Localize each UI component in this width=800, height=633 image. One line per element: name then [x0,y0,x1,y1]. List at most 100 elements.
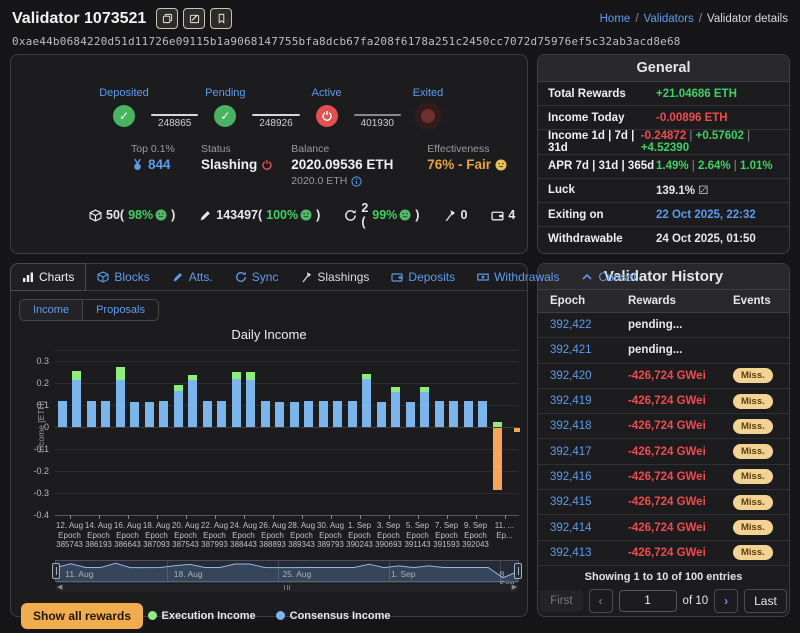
breadcrumb: Home/Validators/Validator details [600,13,788,25]
navigator-left-handle[interactable] [52,563,60,579]
epoch-link[interactable]: 392,413 [538,547,628,559]
show-all-rewards-button[interactable]: Show all rewards [21,603,143,629]
page-number-input[interactable] [619,590,677,612]
next-page-button[interactable]: › [714,589,738,613]
epoch-link[interactable]: 392,415 [538,496,628,508]
consensus-bar [362,379,371,427]
tab-withdrawals[interactable]: Withdrawals [466,264,570,290]
x-tick-mark [302,515,303,519]
tab-label: Slashings [317,270,369,284]
history-row: 392,416-426,724 GWeiMiss. [538,465,789,490]
tab-consol[interactable]: Consol. [570,264,650,290]
chart-scrollbar[interactable]: ◀ ▶ [55,584,519,592]
chevron-up-icon [581,271,593,283]
first-page-button[interactable]: First [540,590,582,612]
tab-label: Blocks [114,270,149,284]
scroll-left-icon[interactable]: ◀ [57,584,62,592]
counter-deposits: 4 [491,208,515,222]
history-row: 392,413-426,724 GWeiMiss. [538,541,789,566]
stat-value-text: 2020.09536 ETH [291,157,393,172]
stat-value: 76% - Fair [427,157,507,172]
stage-pending: Pending✓ [198,87,252,127]
tab-deposits[interactable]: Deposits [380,264,466,290]
epoch-link[interactable]: 392,420 [538,370,628,382]
general-row-label: Total Rewards [548,88,656,100]
execution-bar [420,387,429,391]
navigator-label: 18. Aug [174,569,203,579]
x-tick-label: 1. SepEpoch390243 [345,515,374,550]
tab-charts[interactable]: Charts [10,263,86,291]
events-cell: Miss. [733,495,789,510]
stat-top-0-1-: Top 0.1% 844 [131,143,183,187]
stat-label: Top 0.1% [131,143,183,155]
subtab-income[interactable]: Income [19,299,83,321]
chart-title: Daily Income [11,327,527,342]
tab-atts[interactable]: Atts. [161,264,224,290]
last-page-button[interactable]: Last [744,589,787,613]
scroll-grip[interactable] [284,585,290,590]
epoch-link[interactable]: 392,417 [538,446,628,458]
navigator-right-handle[interactable] [514,563,522,579]
history-row: 392,419-426,724 GWeiMiss. [538,389,789,414]
reward-value: -426,724 GWei [628,522,733,534]
epoch-link[interactable]: 392,416 [538,471,628,483]
epoch-number: 248926 [252,118,299,129]
history-table-header: Epoch Rewards Events [538,290,789,313]
copy-button[interactable] [156,8,178,29]
x-tick-mark [273,515,274,519]
tab-sync[interactable]: Sync [224,264,290,290]
power-icon [261,159,273,171]
history-row: 392,414-426,724 GWeiMiss. [538,515,789,540]
execution-bar [116,367,125,380]
consensus-bar [391,392,400,427]
breadcrumb-home[interactable]: Home [600,13,631,25]
tab-slashings[interactable]: Slashings [289,264,380,290]
edit-button[interactable] [183,8,205,29]
value-part: | [731,160,740,172]
epoch-link[interactable]: 392,419 [538,395,628,407]
counter-suffix: ) [316,208,320,222]
counter-value: 143497( [216,208,262,222]
tab-blocks[interactable]: Blocks [86,264,160,290]
consensus-bar [333,401,342,427]
legend-dot [148,611,157,620]
x-tick-label: 18. AugEpoch387093 [142,515,171,550]
x-tick-mark [331,515,332,519]
daily-income-chart[interactable]: 0.30.20.10-0.1-0.2-0.3-0.4Income [ETH] [55,350,519,515]
navigator-label: 1. Sep [391,569,416,579]
scroll-right-icon[interactable]: ▶ [512,584,517,592]
previous-page-button[interactable]: ‹ [589,589,613,613]
epoch-link[interactable]: 392,421 [538,344,628,356]
counter-attestations: 143497(100% ) [199,208,320,222]
epoch-link[interactable]: 392,414 [538,522,628,534]
stat-sub-value: 2020.0 ETH [291,175,409,187]
general-panel: General Total Rewards+21.04686 ETHIncome… [537,54,790,254]
consensus-bar [145,402,154,427]
gridline [55,350,519,351]
execution-bar [232,372,241,379]
charts-card: ChartsBlocksAtts.SyncSlashingsDepositsWi… [10,263,528,617]
power-icon [321,110,333,122]
bookmark-button[interactable] [210,8,232,29]
stage-deposited: Deposited✓ [97,87,151,127]
epoch-link[interactable]: 392,418 [538,420,628,432]
chart-navigator[interactable]: 11. Aug18. Aug25. Aug1. Sep8. Sep [55,560,519,582]
missed-badge: Miss. [733,444,773,459]
stage-label: Deposited [99,87,149,99]
x-tick-label: 30. AugEpoch389793 [316,515,345,550]
showing-entries-text: Showing 1 to 10 of 100 entries [538,571,789,583]
consensus-bar [246,380,255,427]
missed-badge: Miss. [733,368,773,383]
counter-suffix: ) [415,208,419,222]
subtab-proposals[interactable]: Proposals [83,299,159,321]
breadcrumb-validators[interactable]: Validators [644,13,694,25]
consensus-bar [174,391,183,427]
medal-icon [131,158,144,171]
epoch-link[interactable]: 392,422 [538,319,628,331]
tab-label: Deposits [408,270,455,284]
stage-label: Exited [413,87,444,99]
stat-value-text: 844 [148,157,171,172]
execution-bar [72,371,81,380]
navigator-label: 25. Aug [282,569,311,579]
lifecycle-timeline: Deposited✓248865Pending✓248926Active4019… [11,87,527,127]
